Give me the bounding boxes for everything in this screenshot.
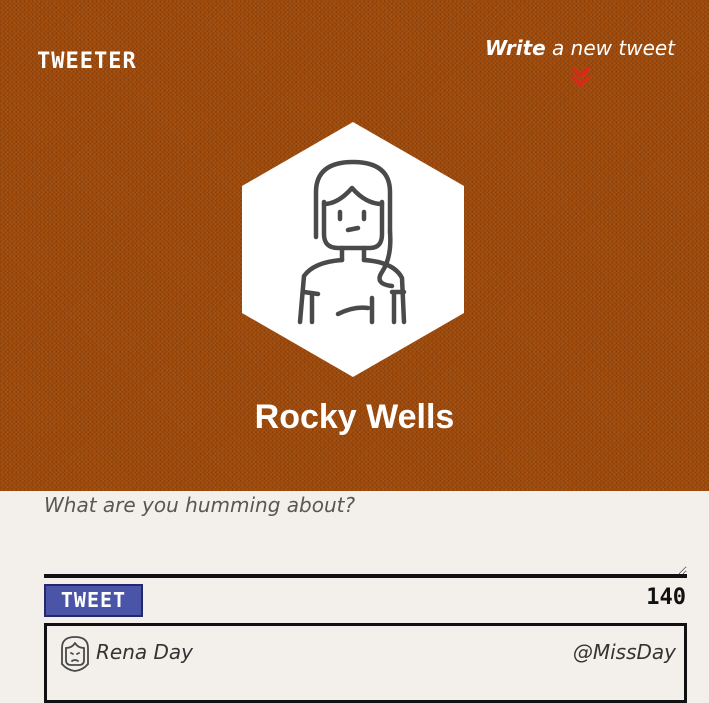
profile-header: TWEETER Write a new tweet Rocky Wells xyxy=(0,0,709,491)
double-chevron-down-icon[interactable] xyxy=(571,66,591,88)
compose-form xyxy=(44,491,687,575)
tweet-textarea[interactable] xyxy=(44,491,687,575)
tweet-author-handle[interactable]: @MissDay xyxy=(573,640,676,664)
write-label-bold: Write xyxy=(484,36,546,60)
profile-name: Rocky Wells xyxy=(254,398,455,436)
write-new-tweet-toggle[interactable]: Write a new tweet xyxy=(480,36,680,60)
profile-avatar xyxy=(242,122,464,377)
sad-woman-avatar-icon xyxy=(61,636,89,672)
brand-logo[interactable]: TWEETER xyxy=(37,49,137,74)
write-label-rest: a new tweet xyxy=(545,36,676,60)
tweet-author-name: Rena Day xyxy=(96,640,193,664)
compose-divider xyxy=(44,574,687,578)
character-counter: 140 xyxy=(646,585,686,610)
tweet-button[interactable]: TWEET xyxy=(44,584,143,617)
tweet-card: Rena Day @MissDay xyxy=(44,623,687,703)
